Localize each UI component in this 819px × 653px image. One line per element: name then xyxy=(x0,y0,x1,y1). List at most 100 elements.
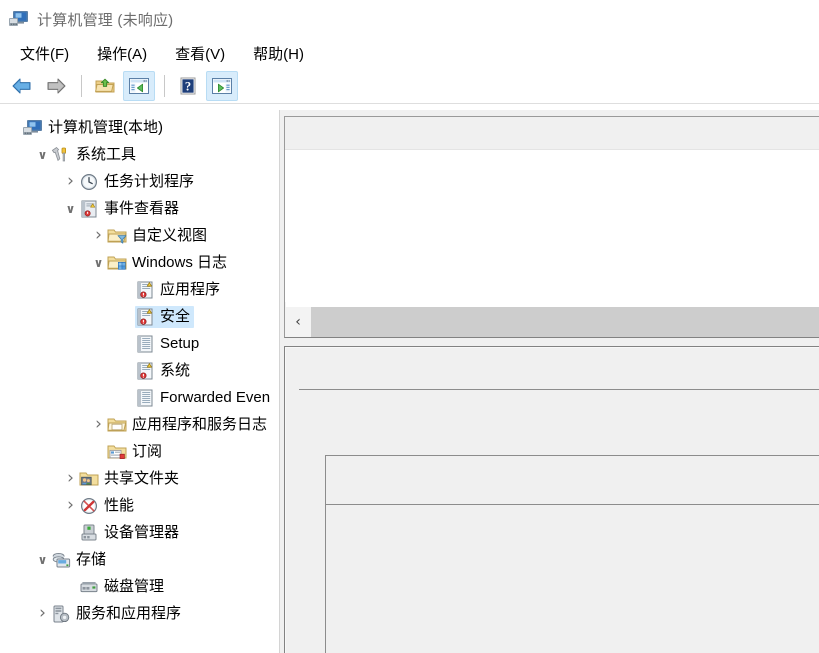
tree-item-content[interactable]: 系统 xyxy=(135,360,194,382)
forward-button[interactable] xyxy=(40,71,72,101)
tree-item-task-scheduler[interactable]: 任务计划程序 xyxy=(0,168,279,195)
chevron-right-icon[interactable] xyxy=(62,173,79,190)
scroll-track[interactable] xyxy=(311,307,819,337)
event-list-panel[interactable]: ‹ xyxy=(284,116,819,338)
scroll-left-arrow-icon[interactable]: ‹ xyxy=(285,307,311,337)
computer-icon xyxy=(23,119,43,137)
tree-item-content[interactable]: 订阅 xyxy=(107,441,166,463)
tree-item-label: Windows 日志 xyxy=(132,253,228,271)
tree-item-storage[interactable]: 存储 xyxy=(0,546,279,573)
tree-item-content[interactable]: 服务和应用程序 xyxy=(51,603,185,625)
tree-item-label: 存储 xyxy=(76,550,107,568)
tree-item-content[interactable]: 事件查看器 xyxy=(79,198,183,220)
chevron-down-icon[interactable] xyxy=(62,203,79,215)
title-bar: 计算机管理 (未响应) xyxy=(0,0,819,38)
tree-item-content[interactable]: 系统工具 xyxy=(51,144,140,166)
menu-file[interactable]: 文件(F) xyxy=(10,41,79,66)
tree-item-content[interactable]: 安全 xyxy=(135,305,195,328)
chevron-down-icon[interactable] xyxy=(34,149,51,161)
tree-item-content[interactable]: 共享文件夹 xyxy=(79,468,183,490)
up-one-level-button[interactable] xyxy=(89,71,121,101)
chevron-down-icon[interactable] xyxy=(90,257,107,269)
main-content: 计算机管理(本地) 系统工具任务计划程序事件查看器自定义视图 Windows 日志应… xyxy=(0,110,819,653)
tree-item-label: 服务和应用程序 xyxy=(76,604,182,622)
tree-item-label: 性能 xyxy=(104,496,135,514)
tree-item-performance[interactable]: 性能 xyxy=(0,492,279,519)
tree-item-label: Setup xyxy=(160,334,200,352)
shared-folders-icon xyxy=(79,470,99,488)
apps-services-logs-icon xyxy=(107,416,127,434)
tree-item-security-log[interactable]: 安全 xyxy=(0,303,279,330)
preview-panel xyxy=(284,346,819,653)
tree-item-label: 事件查看器 xyxy=(104,199,180,217)
log-plain-icon xyxy=(135,389,155,407)
tree-item-label: 自定义视图 xyxy=(132,226,208,244)
chevron-right-icon[interactable] xyxy=(62,497,79,514)
back-button[interactable] xyxy=(6,71,38,101)
console-tree-pane[interactable]: 计算机管理(本地) 系统工具任务计划程序事件查看器自定义视图 Windows 日志应… xyxy=(0,110,280,653)
tree-item-disk-management[interactable]: 磁盘管理 xyxy=(0,573,279,600)
tree-item-content[interactable]: 性能 xyxy=(79,495,138,517)
tree-item-application-log[interactable]: 应用程序 xyxy=(0,276,279,303)
chevron-right-icon[interactable] xyxy=(34,605,51,622)
tree-item-label: 应用程序 xyxy=(160,280,221,298)
tree-item-subscriptions[interactable]: 订阅 xyxy=(0,438,279,465)
tree-item-content[interactable]: 自定义视图 xyxy=(107,225,211,247)
tree-item-shared-folders[interactable]: 共享文件夹 xyxy=(0,465,279,492)
tree-item-computer-management-local[interactable]: 计算机管理(本地) xyxy=(0,114,279,141)
disk-management-icon xyxy=(79,578,99,596)
task-scheduler-icon xyxy=(79,173,99,191)
toolbar-separator-1 xyxy=(81,74,82,97)
show-hide-action-pane-button[interactable] xyxy=(206,70,238,101)
event-list-body[interactable] xyxy=(285,150,819,302)
event-list-column-header[interactable] xyxy=(285,117,819,150)
tree-item-setup-log[interactable]: Setup xyxy=(0,330,279,357)
system-tools-icon xyxy=(51,146,71,164)
tree-item-device-manager[interactable]: 设备管理器 xyxy=(0,519,279,546)
tree-item-forwarded-events-log[interactable]: Forwarded Even xyxy=(0,384,279,411)
tree-item-applications-and-services-logs[interactable]: 应用程序和服务日志 xyxy=(0,411,279,438)
tree-item-label: 任务计划程序 xyxy=(104,172,195,190)
performance-icon xyxy=(79,497,99,515)
tree-item-custom-views[interactable]: 自定义视图 xyxy=(0,222,279,249)
show-hide-console-tree-button[interactable] xyxy=(123,70,155,101)
chevron-right-icon[interactable] xyxy=(90,227,107,244)
chevron-right-icon[interactable] xyxy=(62,470,79,487)
menu-action[interactable]: 操作(A) xyxy=(87,41,157,66)
tree-item-content[interactable]: 磁盘管理 xyxy=(79,576,168,598)
computer-management-window: 计算机管理 (未响应) 文件(F) 操作(A) 查看(V) 帮助(H) ? 计算… xyxy=(0,0,819,653)
tree-item-label: 设备管理器 xyxy=(104,523,180,541)
tree-item-content[interactable]: Setup xyxy=(135,333,203,355)
event-list-horizontal-scrollbar[interactable]: ‹ xyxy=(285,307,819,337)
menu-help[interactable]: 帮助(H) xyxy=(243,41,314,66)
folder-up-icon xyxy=(94,77,116,95)
tree-item-label: 计算机管理(本地) xyxy=(48,118,163,136)
tree-item-services-and-applications[interactable]: 服务和应用程序 xyxy=(0,600,279,627)
tree-item-label: 共享文件夹 xyxy=(104,469,180,487)
tree-item-content[interactable]: Forwarded Even xyxy=(135,387,274,409)
tree-item-content[interactable]: 存储 xyxy=(51,549,110,571)
tree-item-content[interactable]: 设备管理器 xyxy=(79,522,183,544)
forward-arrow-icon xyxy=(45,77,67,95)
detail-pane: ‹ xyxy=(280,110,819,653)
tree-item-content[interactable]: 应用程序和服务日志 xyxy=(107,414,271,436)
toolbar-separator-2 xyxy=(164,74,165,97)
tree-item-content[interactable]: 应用程序 xyxy=(135,279,224,301)
custom-views-folder-icon xyxy=(107,227,127,245)
action-pane-icon xyxy=(211,77,233,95)
tree-item-system-tools[interactable]: 系统工具 xyxy=(0,141,279,168)
preview-group-box-header xyxy=(325,455,819,505)
tree-item-content[interactable]: 计算机管理(本地) xyxy=(23,117,167,139)
chevron-right-icon[interactable] xyxy=(90,416,107,433)
tree-item-system-log[interactable]: 系统 xyxy=(0,357,279,384)
tree-item-content[interactable]: 任务计划程序 xyxy=(79,171,198,193)
menu-bar: 文件(F) 操作(A) 查看(V) 帮助(H) xyxy=(0,38,819,68)
toolbar: ? xyxy=(0,68,819,104)
menu-view[interactable]: 查看(V) xyxy=(165,41,235,66)
chevron-down-icon[interactable] xyxy=(34,554,51,566)
tree-item-content[interactable]: Windows 日志 xyxy=(107,252,231,274)
help-button[interactable]: ? xyxy=(172,71,204,101)
log-plain-icon xyxy=(135,335,155,353)
tree-item-event-viewer[interactable]: 事件查看器 xyxy=(0,195,279,222)
tree-item-windows-logs[interactable]: Windows 日志 xyxy=(0,249,279,276)
